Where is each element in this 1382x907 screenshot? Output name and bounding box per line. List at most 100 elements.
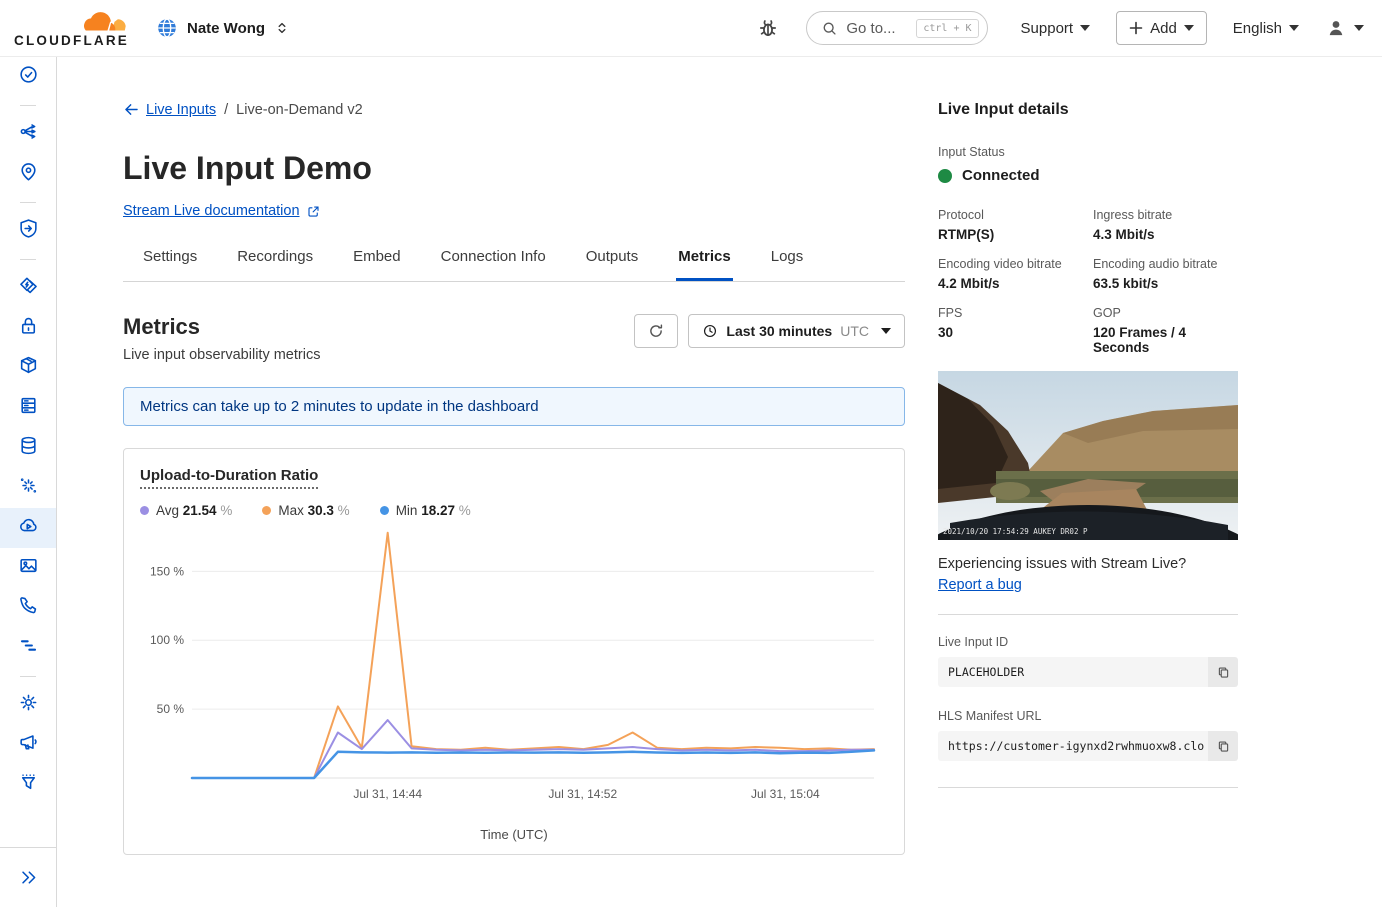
search-icon [821,20,838,37]
detail-value: 120 Frames / 4 Seconds [1093,325,1238,355]
time-range-label: Last 30 minutes [726,323,832,339]
sidebar-item-database[interactable] [0,428,56,468]
sidebar-item-layers-bolt[interactable] [0,268,56,308]
detail-label: GOP [1093,306,1238,320]
selector-icon [274,19,290,37]
chart-title[interactable]: Upload-to-Duration Ratio [140,467,318,489]
metrics-info-banner: Metrics can take up to 2 minutes to upda… [123,387,905,426]
sidebar-item-cube[interactable] [0,348,56,388]
live-preview-thumbnail: 2021/10/20 17:54:29 AUKEY DR02 P [938,371,1238,540]
account-switcher[interactable]: Nate Wong [156,17,290,39]
chevron-down-icon [1184,25,1194,31]
sidebar-item-location-pin[interactable] [0,154,56,194]
status-connected-dot [938,169,952,183]
copy-live-input-id-button[interactable] [1208,657,1238,687]
detail-label: FPS [938,306,1083,320]
layers-bolt-icon [18,275,39,301]
cube-icon [18,355,39,381]
person-icon [1325,17,1347,39]
phone-icon [18,595,39,621]
tab-outputs[interactable]: Outputs [584,248,641,281]
search-shortcut-hint: ctrl + K [916,19,978,38]
tab-settings[interactable]: Settings [141,248,199,281]
copy-icon [1216,739,1231,754]
tab-recordings[interactable]: Recordings [235,248,315,281]
megaphone-icon [18,732,39,758]
add-button[interactable]: Add [1116,11,1207,45]
profile-menu[interactable] [1325,17,1364,39]
sidebar-divider [20,105,36,106]
chart-legend: Avg 21.54 %Max 30.3 %Min 18.27 % [140,503,888,518]
svg-text:Jul 31, 14:44: Jul 31, 14:44 [353,787,422,801]
search-input[interactable] [846,20,908,37]
sidebar-item-gear[interactable] [0,685,56,725]
metrics-subheading: Live input observability metrics [123,347,320,363]
legend-item-max: Max 30.3 % [262,503,349,518]
sidebar-item-stream-cloud-play[interactable] [0,508,56,548]
detail-label: Ingress bitrate [1093,208,1238,222]
live-input-id-value: PLACEHOLDER [938,665,1204,679]
global-search[interactable]: ctrl + K [806,11,987,45]
metrics-heading: Metrics [123,314,320,340]
copy-hls-url-button[interactable] [1208,731,1238,761]
location-pin-icon [18,161,39,187]
sidebar-item-images[interactable] [0,548,56,588]
refresh-button[interactable] [634,314,678,348]
detail-label: Protocol [938,208,1083,222]
sidebar-item-funnel[interactable] [0,765,56,805]
tab-embed[interactable]: Embed [351,248,403,281]
tab-connection-info[interactable]: Connection Info [439,248,548,281]
svg-text:150 %: 150 % [150,564,184,578]
tab-logs[interactable]: Logs [769,248,806,281]
sidebar-item-shield-arrow[interactable] [0,211,56,251]
support-menu[interactable]: Support [1021,20,1091,37]
cloudflare-wordmark: CLOUDFLARE [14,33,129,48]
sidebar-item-gantt[interactable] [0,628,56,668]
sidebar-item-traffic-split[interactable] [0,114,56,154]
upload-duration-chart-card: Upload-to-Duration Ratio Avg 21.54 %Max … [123,448,905,855]
time-range-dropdown[interactable]: Last 30 minutes UTC [688,314,905,348]
tab-metrics[interactable]: Metrics [676,248,733,281]
chevron-down-icon [1354,25,1364,31]
stream-cloud-play-icon [18,515,39,541]
server-stack-icon [18,395,39,421]
stream-docs-link[interactable]: Stream Live documentation [123,203,321,219]
chevron-down-icon [881,328,891,334]
breadcrumb-separator: / [224,102,228,118]
detail-field-fps: FPS30 [938,306,1083,355]
live-input-details-panel: Live Input details Input Status Connecte… [938,101,1238,855]
page-title: Live Input Demo [123,150,905,187]
svg-text:100 %: 100 % [150,633,184,647]
plus-icon [1129,21,1143,35]
sidebar-item-server-stack[interactable] [0,388,56,428]
language-menu[interactable]: English [1233,20,1299,37]
detail-value: 4.3 Mbit/s [1093,227,1238,242]
svg-text:Jul 31, 14:52: Jul 31, 14:52 [548,787,617,801]
report-bug-button[interactable] [756,16,780,40]
cloudflare-logo[interactable]: CLOUDFLARE [14,4,126,52]
sidebar-item-clock-history[interactable] [0,57,56,97]
gantt-icon [18,635,39,661]
input-status-label: Input Status [938,145,1238,159]
sidebar-item-lock[interactable] [0,308,56,348]
sidebar-item-phone[interactable] [0,588,56,628]
sidebar-divider [20,676,36,677]
hls-manifest-url-field[interactable]: https://customer-igynxd2rwhmuoxw8.cloudf [938,731,1238,761]
detail-field-protocol: ProtocolRTMP(S) [938,208,1083,242]
bug-icon [756,16,780,40]
sidebar-divider [20,259,36,260]
sidebar-item-sparkles[interactable] [0,468,56,508]
sidebar-expand-button[interactable] [0,847,56,907]
top-bar: CLOUDFLARE Nate Wong ctrl + K Support [0,0,1382,57]
live-input-id-field[interactable]: PLACEHOLDER [938,657,1238,687]
sidebar-item-megaphone[interactable] [0,725,56,765]
series-line-avg [192,720,874,778]
detail-value: 63.5 kbit/s [1093,276,1238,291]
left-sidebar [0,57,57,907]
report-a-bug-link[interactable]: Report a bug [938,577,1022,593]
copy-icon [1216,665,1231,680]
breadcrumb-back-link[interactable]: Live Inputs [123,101,216,118]
svg-text:Jul 31, 15:04: Jul 31, 15:04 [751,787,820,801]
traffic-split-icon [18,121,39,147]
tab-bar: Settings Recordings Embed Connection Info Ou… [123,248,905,282]
